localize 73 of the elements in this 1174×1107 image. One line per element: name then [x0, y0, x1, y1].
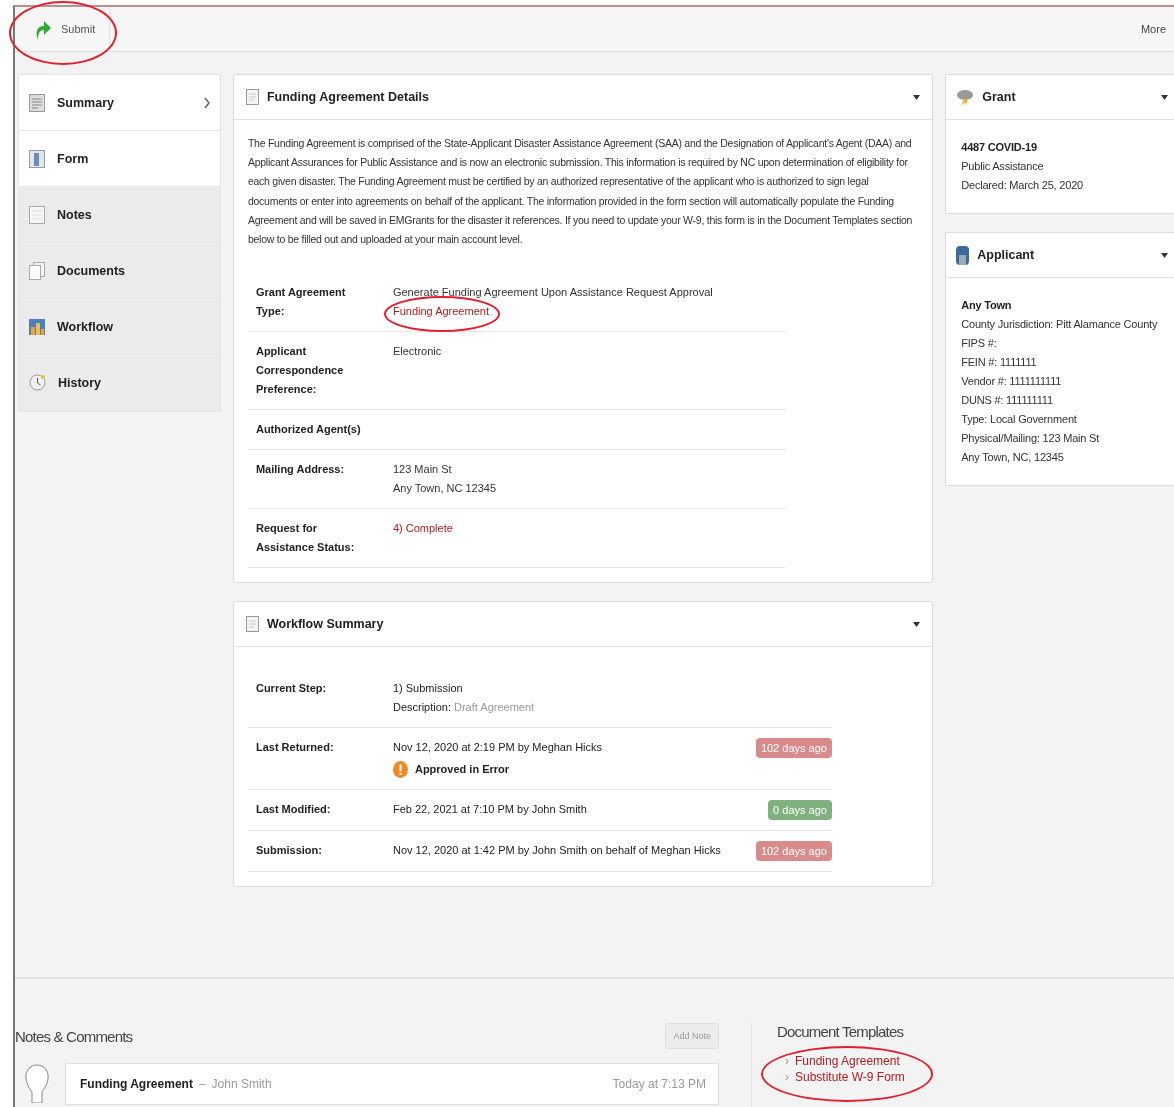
- info-line: Any Town, NC, 12345: [961, 450, 1065, 465]
- age-badge: 0 days ago: [768, 800, 832, 821]
- dropdown-caret-icon[interactable]: [913, 621, 921, 627]
- comment-title: Funding Agreement: [80, 1077, 193, 1091]
- field-label: Last Returned:: [255, 740, 335, 756]
- field-label: Current Step:: [255, 681, 328, 697]
- field-value: Nov 12, 2020 at 1:42 PM by John Smith on behalf of Meghan Hicks: [392, 843, 721, 859]
- cloud-icon: [956, 88, 975, 106]
- dropdown-caret-icon[interactable]: [1161, 94, 1168, 100]
- comment-author: John Smith: [211, 1077, 272, 1091]
- field-value: 1) Submission: [392, 681, 463, 697]
- age-badge: 102 days ago: [755, 841, 832, 862]
- note-icon: [29, 205, 45, 224]
- field-value: Electronic: [392, 344, 442, 360]
- panel-title: Funding Agreement Details: [266, 90, 430, 104]
- info-line: County Jurisdiction: Pitt Alamance County: [961, 317, 1158, 332]
- template-link[interactable]: › Substitute W-9 Form: [785, 1070, 905, 1084]
- info-line: DUNS #: 111111111: [961, 393, 1054, 408]
- form-icon: [29, 149, 45, 168]
- field-value: Generate Funding Agreement Upon Assistance Request Approval: [392, 285, 713, 301]
- info-line: Declared: March 25, 2020: [961, 178, 1084, 193]
- document-icon: [245, 89, 259, 105]
- info-line: FIPS #:: [961, 336, 998, 351]
- sidebar-item[interactable]: Workflow: [19, 299, 220, 355]
- field-label: Applicant Correspondence Preference:: [255, 344, 345, 398]
- field-value: 123 Main St: [392, 462, 452, 478]
- more-menu[interactable]: More: [1140, 23, 1166, 35]
- card-title: Applicant: [977, 248, 1036, 262]
- document-icon: [29, 93, 45, 112]
- separator-dash: –: [198, 1077, 206, 1091]
- sidebar-item[interactable]: Form: [19, 131, 220, 187]
- clock-icon: [29, 374, 46, 391]
- comment-time: Today at 7:13 PM: [612, 1077, 706, 1091]
- info-line: Vendor #: 1111111111: [961, 374, 1063, 389]
- forward-arrow-icon: [35, 18, 51, 40]
- intro-paragraph: The Funding Agreement is comprised of the State-Applicant Disaster Assistance Agreement (SAA) and the Designation of Applicant's Agent (DAA) and Applicant Assurances for Public Assistance and is now an electronic submission. This information is required by NC upon determination of eligibility for each given disaster. The Funding Agreement must be certified by an authorized representative of the applicant who is authorized to sign legal documents or enter into agreements on behalf of the applicant. The information provided in the form section will automatically populate the Funding Agreement and will be saved in EMGrants for the disaster it references. If you need to update your W-9, this form is in the Document Templates section below to be filled out and uploaded at your main account level.: [247, 136, 914, 247]
- age-badge: 102 days ago: [755, 738, 832, 759]
- info-line: Public Assistance: [961, 159, 1045, 174]
- dropdown-caret-icon[interactable]: [1161, 252, 1168, 258]
- description-value: Draft Agreement: [454, 700, 535, 716]
- panel-title: Workflow Summary: [266, 617, 385, 632]
- field-label: Request for Assistance Status:: [255, 521, 356, 556]
- description-label: Description:: [392, 700, 451, 716]
- warning-icon: [392, 761, 408, 779]
- documents-icon: [29, 261, 45, 280]
- field-value: Any Town, NC 12345: [392, 481, 497, 497]
- card-heading: Any Town: [961, 298, 1013, 313]
- field-label: Submission:: [255, 843, 323, 859]
- status-value: 4) Complete: [392, 521, 453, 537]
- dropdown-caret-icon[interactable]: [913, 94, 921, 100]
- section-title: Notes & Comments: [15, 1027, 133, 1045]
- chevron-right-icon: [203, 96, 210, 109]
- section-title: Document Templates: [777, 1023, 905, 1040]
- card-title: Grant: [982, 90, 1017, 104]
- field-value: Nov 12, 2020 at 2:19 PM by Meghan Hicks: [392, 740, 603, 756]
- document-icon: [245, 616, 259, 633]
- field-label: Authorized Agent(s): [255, 422, 362, 438]
- field-label: Last Modified:: [255, 802, 332, 818]
- card-heading: 4487 COVID-19: [961, 140, 1038, 155]
- document-link[interactable]: Funding Agreement: [392, 302, 489, 322]
- sidebar-item[interactable]: Summary: [19, 75, 220, 131]
- sidebar-item[interactable]: Notes: [19, 187, 220, 243]
- field-label: Grant Agreement Type:: [255, 285, 347, 320]
- info-line: Type: Local Government: [961, 412, 1078, 427]
- field-label: Mailing Address:: [255, 462, 346, 478]
- status-note: Approved in Error: [414, 762, 510, 778]
- field-value: Feb 22, 2021 at 7:10 PM by John Smith: [392, 802, 587, 818]
- sidebar-item[interactable]: History: [19, 355, 220, 411]
- chart-icon: [29, 317, 45, 336]
- sidebar-item[interactable]: Documents: [19, 243, 220, 299]
- template-link[interactable]: › Funding Agreement: [785, 1054, 905, 1068]
- info-line: FEIN #: 1111111: [961, 355, 1038, 370]
- info-line: Physical/Mailing: 123 Main St: [961, 431, 1101, 446]
